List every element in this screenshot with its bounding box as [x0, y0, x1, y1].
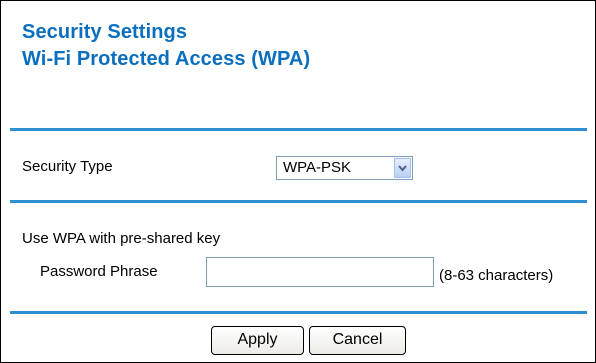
- password-phrase-label: Password Phrase: [40, 263, 158, 280]
- section-divider: [10, 200, 587, 203]
- page-title: Security Settings: [22, 21, 188, 43]
- password-phrase-input[interactable]: [206, 257, 434, 287]
- security-settings-panel: Security Settings Wi-Fi Protected Access…: [0, 0, 596, 363]
- chevron-down-icon[interactable]: [394, 158, 411, 178]
- apply-button[interactable]: Apply: [211, 326, 304, 355]
- security-type-select[interactable]: WPA-PSK: [276, 156, 413, 180]
- security-type-label: Security Type: [22, 158, 113, 175]
- psk-section-heading: Use WPA with pre-shared key: [22, 230, 221, 247]
- security-type-value: WPA-PSK: [283, 159, 352, 176]
- password-length-hint: (8-63 characters): [439, 267, 554, 284]
- page-subtitle: Wi-Fi Protected Access (WPA): [22, 48, 311, 70]
- section-divider: [10, 311, 587, 314]
- cancel-button[interactable]: Cancel: [309, 326, 406, 355]
- section-divider: [10, 128, 587, 131]
